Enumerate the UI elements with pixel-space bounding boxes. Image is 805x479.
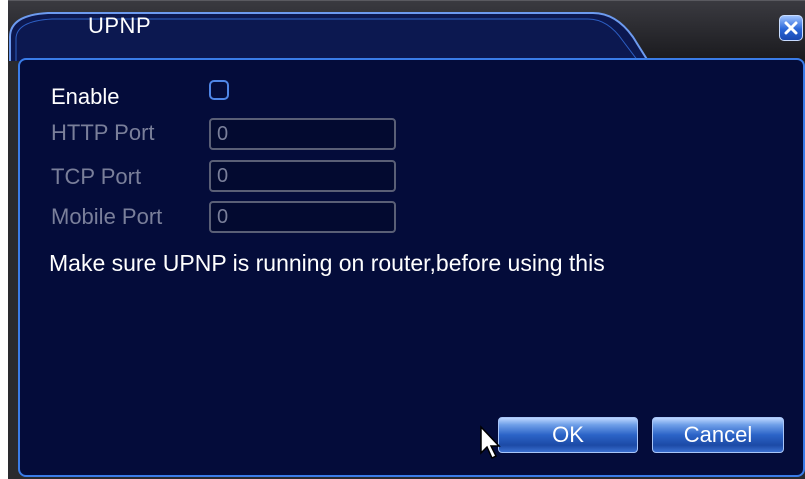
upnp-dialog: UPNP Enable HTTP Port 0 TCP Port 0 Mobil… <box>8 0 805 479</box>
mobile-port-input[interactable]: 0 <box>209 201 396 233</box>
dialog-title: UPNP <box>88 13 152 38</box>
title-bar: UPNP <box>8 0 805 61</box>
cancel-button[interactable]: Cancel <box>652 417 784 453</box>
http-port-label: HTTP Port <box>51 120 155 145</box>
enable-checkbox[interactable] <box>209 80 229 100</box>
tcp-port-input[interactable]: 0 <box>209 160 396 192</box>
ok-button[interactable]: OK <box>498 417 638 453</box>
close-icon <box>784 21 798 35</box>
mobile-port-label: Mobile Port <box>51 204 163 229</box>
enable-label: Enable <box>51 84 120 109</box>
mouse-pointer-icon <box>480 425 501 460</box>
http-port-input[interactable]: 0 <box>209 118 396 150</box>
close-button[interactable] <box>779 15 803 41</box>
upnp-notice: Make sure UPNP is running on router,befo… <box>49 250 605 276</box>
tcp-port-label: TCP Port <box>51 164 142 189</box>
settings-panel: Enable HTTP Port 0 TCP Port 0 Mobile Por… <box>18 58 805 477</box>
